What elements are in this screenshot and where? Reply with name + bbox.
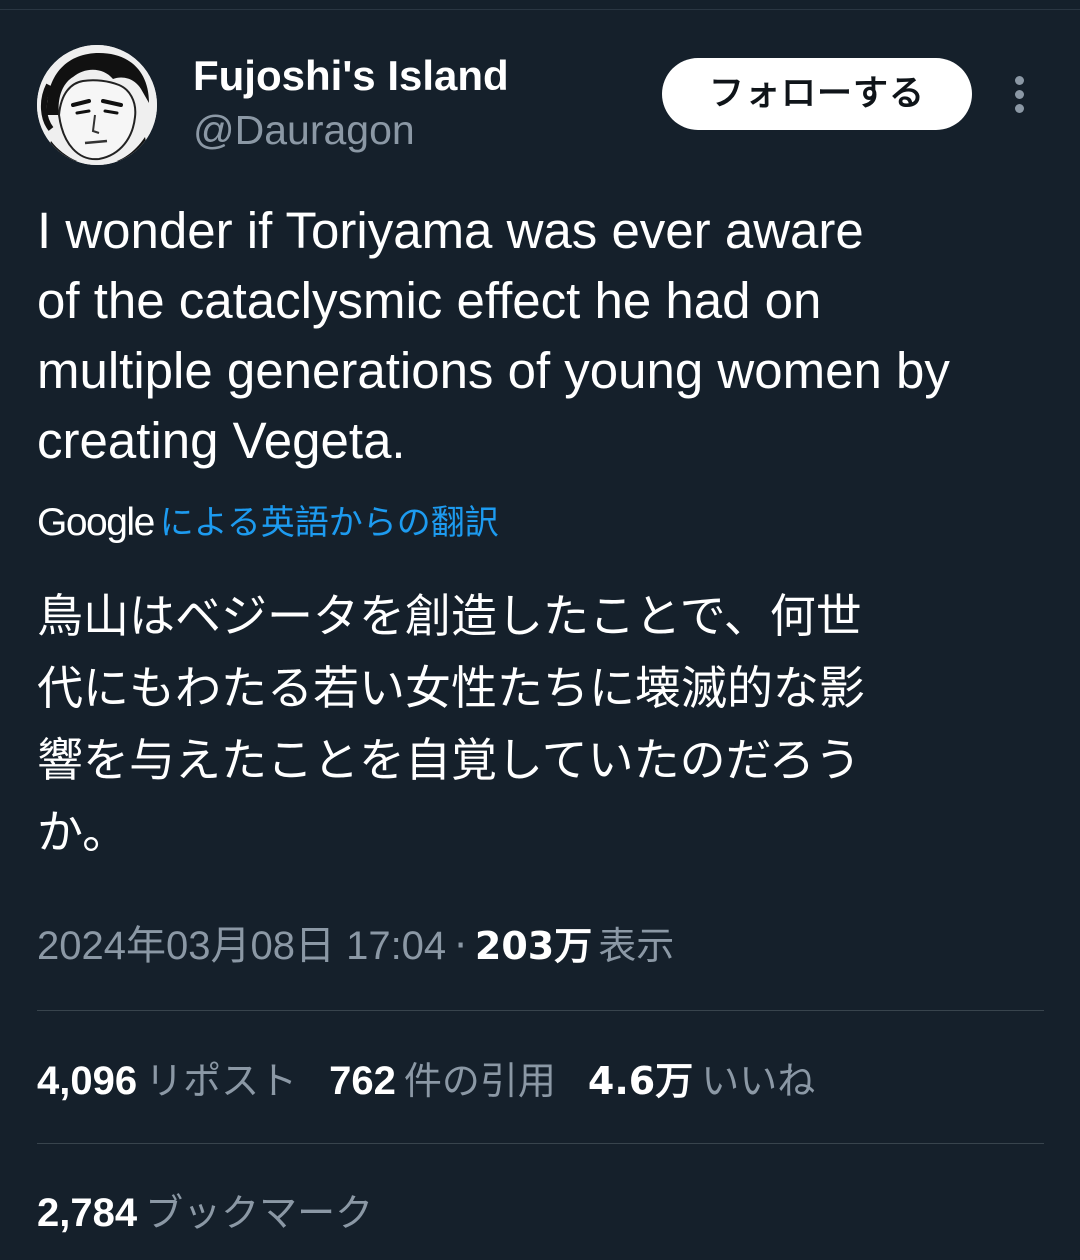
translated-text-line: 鳥山はベジータを創造したことで、何世 [37,589,862,643]
tweet-meta: 2024年03月08日 17:04 · 203万 表示 [37,918,674,974]
ellipsis-dot [1015,90,1024,99]
translated-text: 鳥山はベジータを創造したことで、何世 代にもわたる若い女性たちに壊滅的な影 響を… [37,580,1037,868]
top-divider [0,0,1080,10]
tweet-text-line: multiple generations of young women by [37,342,950,399]
author-handle[interactable]: @Dauragon [193,106,415,154]
tweet-detail-screen: Fujoshi's Island @Dauragon フォローする I wond… [0,0,1080,1260]
bookmarks-label: ブックマーク [145,1191,374,1235]
ellipsis-dot [1015,76,1024,85]
reposts-stat[interactable]: 4,096 リポスト [37,1052,297,1118]
follow-button[interactable]: フォローする [662,58,972,130]
translated-text-line: か。 [37,805,129,859]
tweet-text: I wonder if Toriyama was ever aware of t… [37,196,1057,476]
engagement-stats: 4,096 リポスト 762 件の引用 4.6万 いいね [37,1052,847,1110]
likes-count: 4.6万 [587,1059,694,1103]
likes-label: いいね [701,1059,816,1103]
translation-attribution: Google による英語からの翻訳 [37,498,499,548]
bookmarks-count: 2,784 [37,1191,138,1235]
author-avatar[interactable] [37,45,157,165]
quotes-stat[interactable]: 762 件の引用 [329,1052,556,1118]
vertical-ellipsis-icon[interactable] [1000,72,1040,116]
manga-character-avatar-icon [37,45,157,165]
tweet-text-line: of the cataclysmic effect he had on [37,272,822,329]
bookmarks-stat[interactable]: 2,784 ブックマーク [37,1184,373,1242]
translated-text-line: 代にもわたる若い女性たちに壊滅的な影 [37,661,865,715]
views-label: 表示 [598,924,675,968]
views-count: 203万 [474,924,593,968]
tweet-text-line: creating Vegeta. [37,412,406,469]
divider [37,1143,1044,1144]
translation-link[interactable]: による英語からの翻訳 [160,498,499,548]
ellipsis-dot [1015,104,1024,113]
reposts-label: リポスト [145,1059,298,1103]
tweet-text-line: I wonder if Toriyama was ever aware [37,202,864,259]
translated-text-line: 響を与えたことを自覚していたのだろう [37,733,861,787]
google-logo: Google [37,501,155,544]
meta-separator: · [454,923,467,969]
likes-stat[interactable]: 4.6万 いいね [588,1052,815,1118]
quotes-label: 件の引用 [403,1059,556,1103]
tweet-timestamp[interactable]: 2024年03月08日 17:04 [37,924,446,968]
reposts-count: 4,096 [37,1059,138,1103]
author-display-name[interactable]: Fujoshi's Island [193,52,509,100]
quotes-count: 762 [329,1059,396,1103]
divider [37,1010,1044,1011]
